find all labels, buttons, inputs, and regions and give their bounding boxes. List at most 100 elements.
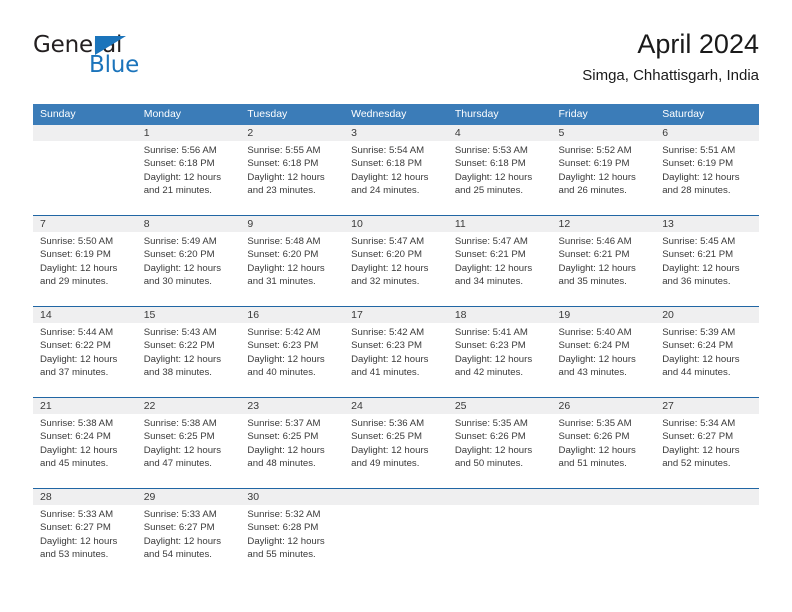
day-number: 29 — [136, 489, 241, 505]
day-daylight2-text: and 50 minutes. — [454, 457, 524, 469]
day-daylight2-text: and 34 minutes. — [454, 275, 524, 287]
day-details: Sunrise: 5:55 AM Sunset: 6:18 PM Daylight:… — [240, 141, 344, 197]
day-cell[interactable]: 23 Sunrise: 5:37 AM Sunset: 6:25 PM Dayligh… — [240, 398, 345, 488]
day-cell[interactable]: 1 Sunrise: 5:56 AM Sunset: 6:18 PM Daylight… — [136, 125, 241, 215]
day-sunset-text: Sunset: 6:21 PM — [454, 249, 526, 261]
day-sunset-text: Sunset: 6:19 PM — [40, 249, 111, 261]
day-cell[interactable]: 25 Sunrise: 5:35 AM Sunset: 6:26 PM Dayligh… — [447, 398, 552, 488]
day-daylight2-text: and 29 minutes. — [40, 275, 109, 287]
calendar-page: General Blue April 2024 Simga, Chhattisg… — [0, 0, 792, 612]
day-number: 15 — [136, 307, 241, 323]
page-subtitle: Simga, Chhattisgarh, India — [582, 67, 759, 84]
day-daylight-text: Daylight: 12 hours — [558, 444, 636, 456]
day-cell[interactable]: 20 Sunrise: 5:39 AM Sunset: 6:24 PM Dayligh… — [655, 307, 759, 397]
day-number: 11 — [447, 216, 552, 232]
weekday-header-saturday: Saturday — [662, 108, 705, 120]
weekday-header-row: Sunday Monday Tuesday Wednesday Thursday Frid… — [33, 104, 759, 125]
day-number: 19 — [551, 307, 656, 323]
day-details: Sunrise: 5:34 AM Sunset: 6:27 PM Daylight:… — [655, 414, 759, 470]
day-cell[interactable]: 2 Sunrise: 5:55 AM Sunset: 6:18 PM Daylight… — [240, 125, 345, 215]
day-number: 28 — [33, 489, 137, 505]
day-sunrise-text: Sunrise: 5:43 AM — [143, 327, 217, 338]
day-details: Sunrise: 5:39 AM Sunset: 6:24 PM Daylight:… — [655, 323, 759, 379]
day-daylight2-text: and 42 minutes. — [454, 366, 524, 378]
day-cell[interactable]: 4 Sunrise: 5:53 AM Sunset: 6:18 PM Daylight… — [447, 125, 552, 215]
day-number: 4 — [447, 125, 552, 141]
day-cell[interactable]: 9 Sunrise: 5:48 AM Sunset: 6:20 PM Daylight… — [240, 216, 345, 306]
calendar-week-row: 28 Sunrise: 5:33 AM Sunset: 6:27 PM Dayligh… — [33, 489, 759, 579]
day-daylight2-text: and 37 minutes. — [40, 366, 109, 378]
day-daylight2-text: and 43 minutes. — [558, 366, 627, 378]
day-cell[interactable]: 15 Sunrise: 5:43 AM Sunset: 6:22 PM Dayligh… — [136, 307, 241, 397]
day-cell[interactable]: 27 Sunrise: 5:34 AM Sunset: 6:27 PM Dayligh… — [655, 398, 759, 488]
day-number: 30 — [240, 489, 345, 505]
day-cell[interactable]: 6 Sunrise: 5:51 AM Sunset: 6:19 PM Daylight… — [655, 125, 759, 215]
weekday-header-friday: Friday — [558, 108, 588, 120]
day-daylight2-text: and 32 minutes. — [351, 275, 420, 287]
day-cell[interactable]: 7 Sunrise: 5:50 AM Sunset: 6:19 PM Daylight… — [33, 216, 137, 306]
day-sunrise-text: Sunrise: 5:35 AM — [454, 418, 528, 429]
day-cell[interactable]: 10 Sunrise: 5:47 AM Sunset: 6:20 PM Dayligh… — [344, 216, 448, 306]
day-cell[interactable]: 26 Sunrise: 5:35 AM Sunset: 6:26 PM Dayligh… — [551, 398, 656, 488]
day-sunset-text: Sunset: 6:28 PM — [247, 522, 319, 534]
day-daylight-text: Daylight: 12 hours — [40, 535, 118, 547]
day-sunrise-text: Sunrise: 5:42 AM — [351, 327, 425, 338]
day-number: 18 — [447, 307, 552, 323]
day-daylight-text: Daylight: 12 hours — [454, 444, 533, 456]
day-daylight2-text: and 51 minutes. — [558, 457, 627, 469]
calendar-week-row: 21 Sunrise: 5:38 AM Sunset: 6:24 PM Dayligh… — [33, 398, 759, 489]
day-details: Sunrise: 5:49 AM Sunset: 6:20 PM Daylight:… — [137, 232, 241, 288]
day-number: 1 — [136, 125, 241, 141]
day-sunrise-text: Sunrise: 5:50 AM — [40, 236, 114, 247]
day-cell[interactable]: 17 Sunrise: 5:42 AM Sunset: 6:23 PM Dayligh… — [344, 307, 448, 397]
day-cell[interactable]: 3 Sunrise: 5:54 AM Sunset: 6:18 PM Daylight… — [344, 125, 448, 215]
day-number — [33, 125, 137, 141]
day-cell[interactable]: 5 Sunrise: 5:52 AM Sunset: 6:19 PM Daylight… — [551, 125, 656, 215]
day-cell[interactable]: 14 Sunrise: 5:44 AM Sunset: 6:22 PM Dayligh… — [33, 307, 137, 397]
day-details: Sunrise: 5:38 AM Sunset: 6:25 PM Daylight:… — [137, 414, 241, 470]
day-cell[interactable]: 18 Sunrise: 5:41 AM Sunset: 6:23 PM Dayligh… — [447, 307, 552, 397]
day-daylight-text: Daylight: 12 hours — [247, 353, 325, 365]
day-number: 9 — [240, 216, 345, 232]
calendar-week-row: 14 Sunrise: 5:44 AM Sunset: 6:22 PM Dayligh… — [33, 307, 759, 398]
day-sunrise-text: Sunrise: 5:34 AM — [662, 418, 736, 429]
day-cell[interactable]: 22 Sunrise: 5:38 AM Sunset: 6:25 PM Dayligh… — [136, 398, 241, 488]
weekday-header-thursday: Thursday — [454, 108, 499, 120]
day-daylight-text: Daylight: 12 hours — [351, 444, 429, 456]
day-daylight2-text: and 41 minutes. — [351, 366, 420, 378]
day-cell[interactable]: 12 Sunrise: 5:46 AM Sunset: 6:21 PM Dayligh… — [551, 216, 656, 306]
day-daylight2-text: and 26 minutes. — [558, 184, 627, 196]
day-details: Sunrise: 5:32 AM Sunset: 6:28 PM Daylight:… — [240, 505, 344, 561]
day-daylight2-text: and 35 minutes. — [558, 275, 627, 287]
day-sunrise-text: Sunrise: 5:47 AM — [454, 236, 528, 247]
day-sunset-text: Sunset: 6:18 PM — [247, 158, 319, 170]
day-cell[interactable]: 29 Sunrise: 5:33 AM Sunset: 6:27 PM Dayligh… — [136, 489, 241, 579]
day-daylight-text: Daylight: 12 hours — [558, 171, 636, 183]
day-cell[interactable]: 13 Sunrise: 5:45 AM Sunset: 6:21 PM Dayligh… — [655, 216, 759, 306]
day-daylight-text: Daylight: 12 hours — [143, 262, 222, 274]
day-cell[interactable]: 16 Sunrise: 5:42 AM Sunset: 6:23 PM Dayligh… — [240, 307, 345, 397]
weekday-header-tuesday: Tuesday — [247, 108, 288, 120]
day-daylight-text: Daylight: 12 hours — [247, 444, 325, 456]
day-cell[interactable]: 19 Sunrise: 5:40 AM Sunset: 6:24 PM Dayligh… — [551, 307, 656, 397]
day-sunrise-text: Sunrise: 5:52 AM — [558, 145, 632, 156]
day-number: 3 — [344, 125, 448, 141]
day-number: 13 — [655, 216, 759, 232]
day-cell[interactable]: 11 Sunrise: 5:47 AM Sunset: 6:21 PM Dayligh… — [447, 216, 552, 306]
day-number: 5 — [551, 125, 656, 141]
day-cell[interactable]: 24 Sunrise: 5:36 AM Sunset: 6:25 PM Dayligh… — [344, 398, 448, 488]
day-cell[interactable]: 8 Sunrise: 5:49 AM Sunset: 6:20 PM Daylight… — [136, 216, 241, 306]
day-sunset-text: Sunset: 6:23 PM — [247, 340, 319, 352]
day-sunrise-text: Sunrise: 5:53 AM — [454, 145, 528, 156]
day-daylight2-text: and 53 minutes. — [40, 548, 109, 560]
day-sunset-text: Sunset: 6:20 PM — [143, 249, 215, 261]
day-daylight-text: Daylight: 12 hours — [351, 262, 429, 274]
day-cell[interactable]: 28 Sunrise: 5:33 AM Sunset: 6:27 PM Dayligh… — [33, 489, 137, 579]
day-cell[interactable]: 21 Sunrise: 5:38 AM Sunset: 6:24 PM Dayligh… — [33, 398, 137, 488]
day-details: Sunrise: 5:33 AM Sunset: 6:27 PM Daylight:… — [137, 505, 241, 561]
day-daylight-text: Daylight: 12 hours — [662, 444, 740, 456]
day-details: Sunrise: 5:56 AM Sunset: 6:18 PM Daylight:… — [137, 141, 241, 197]
day-details: Sunrise: 5:50 AM Sunset: 6:19 PM Daylight:… — [33, 232, 137, 288]
day-sunrise-text: Sunrise: 5:33 AM — [40, 509, 114, 520]
day-cell[interactable]: 30 Sunrise: 5:32 AM Sunset: 6:28 PM Dayligh… — [240, 489, 345, 579]
